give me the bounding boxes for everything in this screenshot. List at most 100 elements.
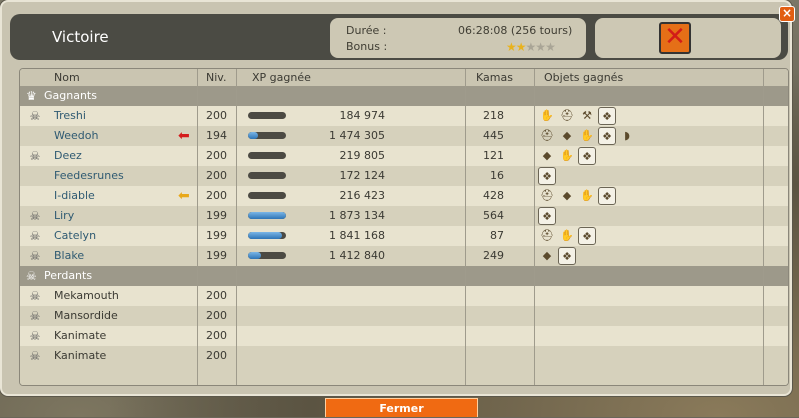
skull-icon: ☠ [29,329,41,343]
table-row[interactable]: ☠ Liry 199 1 873 134 564 ❖ [20,206,788,226]
player-level: 199 [206,229,227,242]
skull-icon: ☠ [29,109,41,123]
player-name[interactable]: I-diable [54,186,95,206]
fight-info-box: Durée : 06:28:08 (256 tours) Bonus : ★★★… [330,18,586,58]
arrow-left-icon: ⬅ [178,128,190,144]
player-name[interactable]: Catelyn [54,226,96,246]
player-level: 200 [206,329,227,342]
xp-progress-bar [248,232,286,239]
dialog-title: Victoire [52,28,109,46]
table-row[interactable]: ☠ Kanimate 200 [20,326,788,346]
items-list: ✋ ⛑ ⚒ ❖ [538,107,616,125]
table-row[interactable]: ☠ Kanimate 200 [20,346,788,366]
pickaxe-icon[interactable]: ⚒ [578,107,596,125]
stone-icon[interactable]: ◆ [538,247,556,265]
column-divider [763,69,764,385]
bonus-stars: ★★★★★ [506,40,556,54]
helmet-icon[interactable]: ⛑ [538,127,556,145]
helmet-icon[interactable]: ⛑ [558,107,576,125]
column-divider [197,69,198,385]
star-icon: ★ [506,40,517,54]
helmet-icon[interactable]: ⛑ [538,227,556,245]
table-row[interactable]: I-diable ⬅ 200 216 423 428 ⛑ ◆ ✋ ❖ [20,186,788,206]
player-name[interactable]: Liry [54,206,74,226]
close-button[interactable]: Fermer [325,398,478,417]
skull-icon: ☠ [29,249,41,263]
col-level-header: Niv. [206,71,227,84]
resource-icon[interactable]: ❖ [598,127,616,145]
column-divider [236,69,237,385]
xp-progress-fill [248,212,286,219]
arrow-left-icon: ⬅ [178,188,190,204]
xp-progress-bar [248,252,286,259]
items-list: ⛑ ◆ ✋ ❖ ◗ [538,127,636,145]
player-name[interactable]: Weedoh [54,126,98,146]
player-name[interactable]: Treshi [54,106,86,126]
claw-icon[interactable]: ✋ [558,147,576,165]
table-row[interactable]: ☠ Catelyn 199 1 841 168 87 ⛑ ✋ ❖ [20,226,788,246]
skull-icon: ☠ [29,229,41,243]
table-row[interactable]: Weedoh ⬅ 194 1 474 305 445 ⛑ ◆ ✋ ❖ ◗ [20,126,788,146]
stone-icon[interactable]: ◆ [538,147,556,165]
col-name-header: Nom [54,71,80,84]
table-row[interactable]: ☠ Mansordide 200 [20,306,788,326]
player-name: Mekamouth [54,289,119,302]
resource-icon[interactable]: ❖ [578,147,596,165]
star-icon: ★ [515,40,527,54]
resource-icon[interactable]: ❖ [558,247,576,265]
helmet-icon[interactable]: ⛑ [538,187,556,205]
resource-icon[interactable]: ❖ [538,167,556,185]
player-name[interactable]: Deez [54,146,82,166]
resource-icon[interactable]: ❖ [578,227,596,245]
claw-icon[interactable]: ✋ [578,187,596,205]
star-icon: ★ [535,40,546,54]
player-name[interactable]: Feedesrunes [54,166,124,186]
items-list: ⛑ ◆ ✋ ❖ [538,187,616,205]
star-icon: ★ [525,40,537,54]
results-table: Nom Niv. XP gagnée Kamas Objets gagnés ♛… [19,68,789,386]
xp-progress-bar [248,152,286,159]
resource-icon[interactable]: ❖ [598,107,616,125]
items-list: ❖ [538,167,556,185]
player-level: 199 [206,249,227,262]
player-level: 200 [206,289,227,302]
xp-progress-bar [248,192,286,199]
xp-progress-bar [248,212,286,219]
group-label: Perdants [44,269,93,282]
table-row[interactable]: ☠ Blake 199 1 412 840 249 ◆ ❖ [20,246,788,266]
player-name[interactable]: Blake [54,246,84,266]
group-row: ♛ Gagnants [20,86,788,106]
xp-progress-fill [248,132,258,139]
player-level: 200 [206,309,227,322]
stone-icon[interactable]: ◆ [558,187,576,205]
player-name: Kanimate [54,329,107,342]
resource-icon[interactable]: ❖ [538,207,556,225]
bonus-label: Bonus : [346,40,388,53]
xp-value: 184 974 [339,109,386,122]
col-kamas-header: Kamas [476,71,513,84]
resource-icon[interactable]: ❖ [598,187,616,205]
table-row[interactable]: Feedesrunes 200 172 124 16 ❖ [20,166,788,186]
table-row[interactable]: ☠ Mekamouth 200 [20,286,788,306]
xp-progress-bar [248,112,286,119]
star-icon: ★ [545,40,556,54]
player-level: 200 [206,189,227,202]
table-row[interactable]: ☠ Deez 200 219 805 121 ◆ ✋ ❖ [20,146,788,166]
items-list: ⛑ ✋ ❖ [538,227,596,245]
claw-icon[interactable]: ✋ [538,107,556,125]
dialog-header: Victoire Durée : 06:28:08 (256 tours) Bo… [10,14,788,60]
skull-icon: ☠ [29,309,41,323]
table-row[interactable]: ☠ Treshi 200 184 974 218 ✋ ⛑ ⚒ ❖ [20,106,788,126]
xp-progress-fill [248,232,283,239]
skull-icon: ☠ [29,349,41,363]
close-icon[interactable]: × [779,6,795,22]
stone-icon[interactable]: ◆ [558,127,576,145]
claw-icon[interactable]: ✋ [578,127,596,145]
bread-icon[interactable]: ◗ [618,127,636,145]
challenge-failed-icon[interactable]: ✕ [659,22,691,54]
kamas-value: 428 [483,189,504,202]
kamas-value: 445 [483,129,504,142]
claw-icon[interactable]: ✋ [558,227,576,245]
duration-label: Durée : [346,24,387,37]
items-list: ❖ [538,207,556,225]
